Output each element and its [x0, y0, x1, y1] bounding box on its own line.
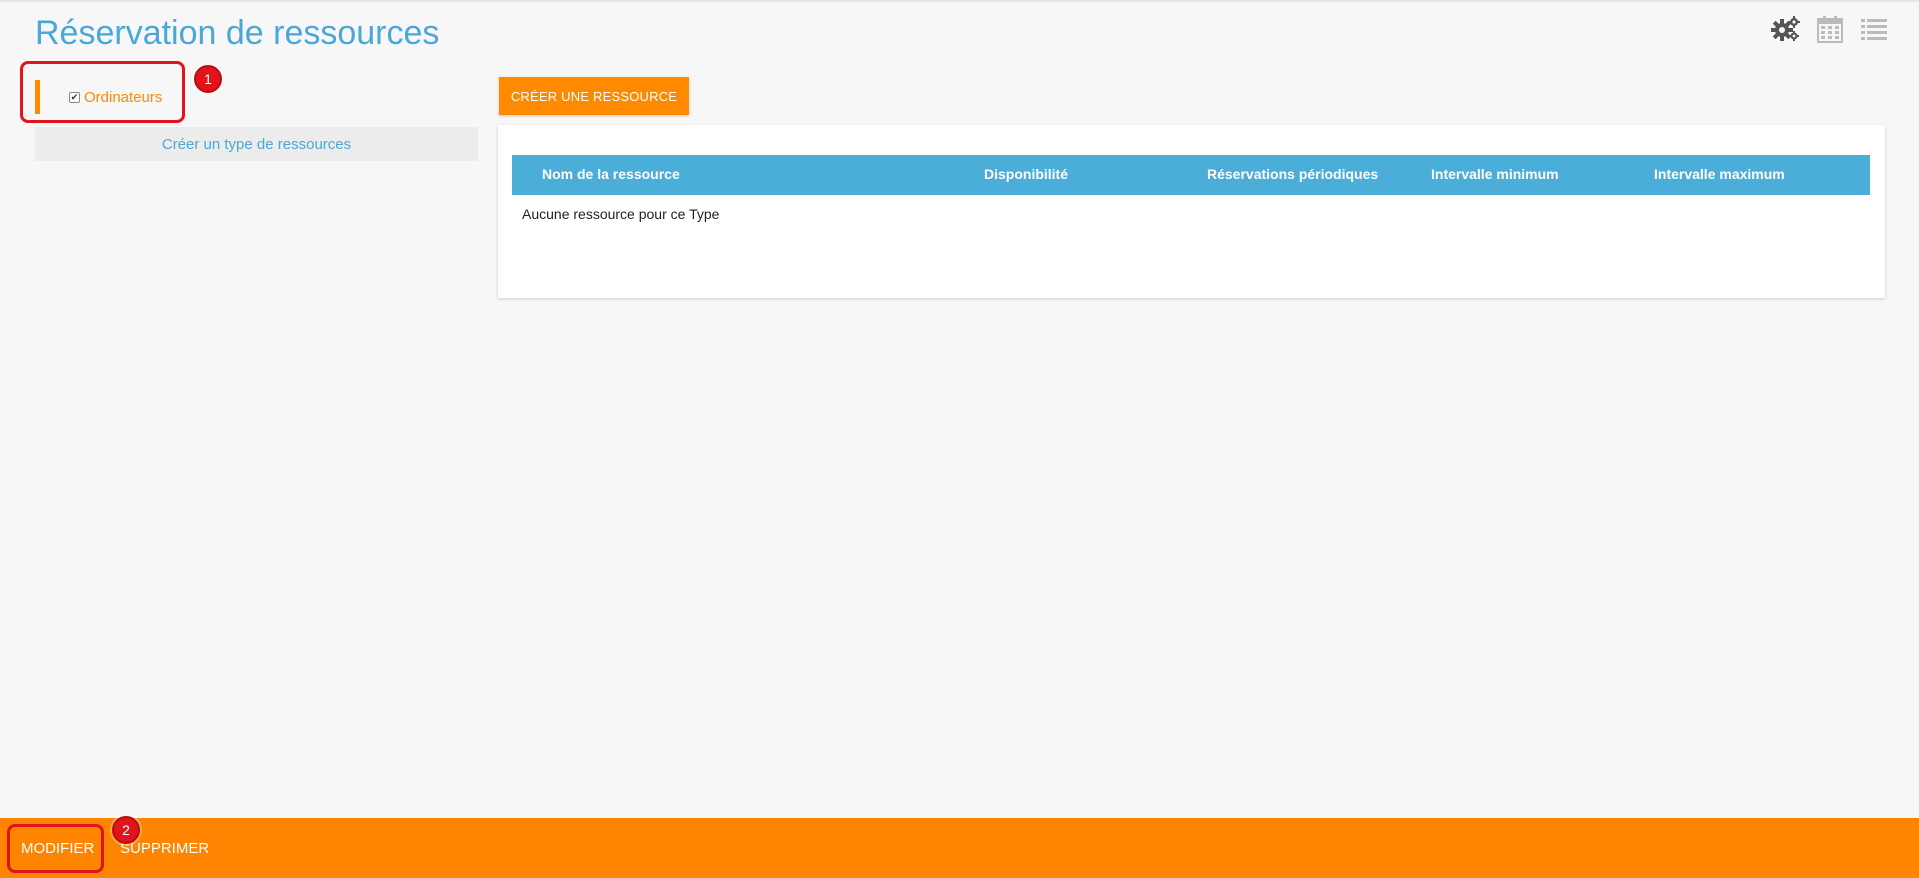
- callout-badge-1: 1: [194, 65, 222, 93]
- page-title: Réservation de ressources: [35, 14, 440, 52]
- callout-box-2: [7, 824, 104, 873]
- column-header-max-interval: Intervalle maximum: [1654, 166, 1785, 182]
- list-icon[interactable]: [1859, 14, 1889, 44]
- top-toolbar: [1771, 14, 1889, 44]
- gears-icon[interactable]: [1771, 14, 1801, 44]
- calendar-icon[interactable]: [1815, 14, 1845, 44]
- create-type-button[interactable]: Créer un type de ressources: [35, 127, 478, 161]
- column-header-name: Nom de la ressource: [542, 166, 680, 182]
- create-resource-button[interactable]: CRÉER UNE RESSOURCE: [499, 77, 689, 115]
- callout-badge-2: 2: [112, 816, 140, 844]
- callout-box-1: [20, 61, 185, 123]
- bottom-action-bar: MODIFIER SUPPRIMER: [0, 818, 1919, 878]
- column-header-availability: Disponibilité: [984, 166, 1068, 182]
- column-header-periodic: Réservations périodiques: [1207, 166, 1379, 182]
- resource-table-card: Nom de la ressource Disponibilité Réserv…: [498, 125, 1885, 298]
- empty-table-message: Aucune ressource pour ce Type: [522, 206, 720, 222]
- table-header: Nom de la ressource Disponibilité Réserv…: [512, 155, 1870, 195]
- delete-button[interactable]: SUPPRIMER: [120, 840, 209, 857]
- column-header-min-interval: Intervalle minimum: [1431, 166, 1559, 182]
